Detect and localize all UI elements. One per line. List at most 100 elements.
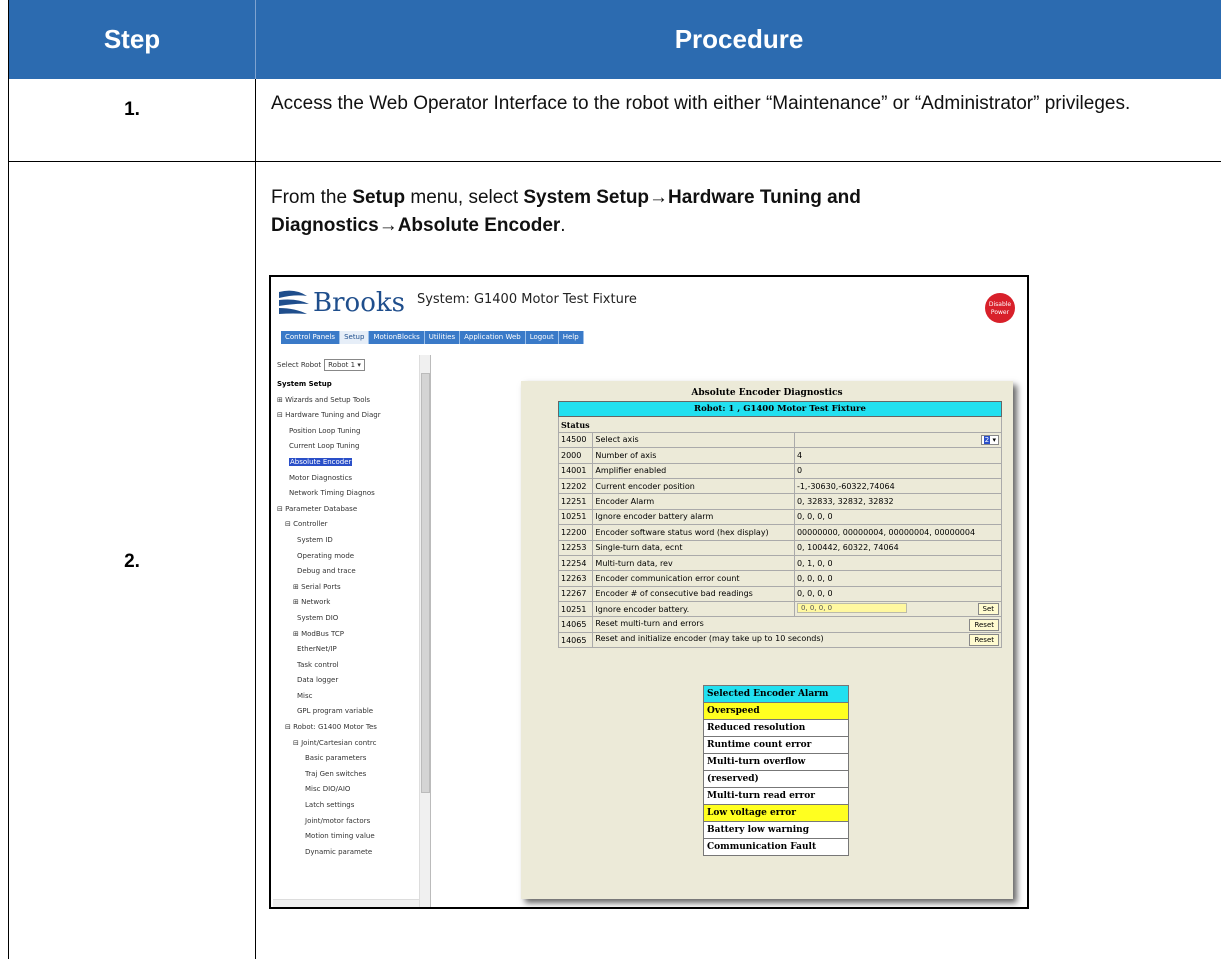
arrow: →: [378, 215, 398, 236]
alarm-table: Selected Encoder Alarm Overspeed Reduced r…: [703, 685, 849, 856]
robot-dropdown[interactable]: Robot 1 ▾: [324, 359, 365, 371]
sidebar-hscrollbar[interactable]: [273, 899, 419, 907]
table-header: Step Procedure: [9, 0, 1221, 79]
nav-item[interactable]: Logout: [526, 331, 559, 344]
tree-item[interactable]: Motor Diagnostics: [277, 471, 412, 487]
battery-input[interactable]: 0, 0, 0, 0: [796, 603, 907, 614]
tree-item-label: System DIO: [297, 613, 339, 622]
param-value: 0, 0, 0, 0: [793, 508, 1003, 526]
param-label: Encoder software status word (hex displa…: [592, 524, 795, 541]
alarm-title: Selected Encoder Alarm: [703, 685, 849, 703]
tree-item-label: System ID: [297, 535, 333, 544]
tree-item[interactable]: EtherNet/IP: [277, 642, 412, 658]
action-row: 14065 Reset and initialize encoder (may t…: [557, 631, 1002, 649]
tree-item[interactable]: ⊟ Controller: [277, 517, 412, 533]
brand-header: Brooks System: G1400 Motor Test Fixture: [277, 283, 637, 323]
tree-item[interactable]: Motion timing value: [277, 829, 412, 845]
param-value: 0, 32833, 32832, 32832: [793, 493, 1003, 510]
param-value: 0: [793, 462, 1003, 479]
param-id: 14001: [557, 462, 594, 479]
reset-button[interactable]: Reset: [969, 634, 999, 647]
tree-item[interactable]: Absolute Encoder: [277, 455, 412, 471]
scroll-thumb[interactable]: [421, 373, 430, 793]
param-id: 12253: [557, 539, 594, 556]
nav-item[interactable]: Application Web: [460, 331, 526, 344]
path-absolute-encoder: Absolute Encoder: [397, 215, 561, 236]
web-interface-screenshot: Brooks System: G1400 Motor Test Fixture …: [269, 275, 1029, 909]
nav-item[interactable]: Setup: [340, 331, 370, 344]
row-divider: [9, 161, 1221, 162]
nav-item[interactable]: Utilities: [425, 331, 461, 344]
param-value: 0, 0, 0, 0: [793, 570, 1003, 587]
param-label: Current encoder position: [592, 477, 795, 495]
alarm-item: Low voltage error: [703, 804, 849, 822]
tree-item[interactable]: System ID: [277, 533, 412, 549]
alarm-item: (reserved): [703, 770, 849, 788]
tree-item[interactable]: Misc DIO/AIO: [277, 782, 412, 798]
tree-item-label: ⊞ Network: [293, 598, 331, 607]
tree-item-label: Position Loop Tuning: [289, 426, 361, 435]
tree-item-label: Misc DIO/AIO: [305, 785, 351, 794]
tree-item[interactable]: ⊞ Wizards and Setup Tools: [277, 393, 412, 409]
tree-item[interactable]: ⊞ Serial Ports: [277, 580, 412, 596]
table-row: 14001 Amplifier enabled 0: [557, 462, 1003, 479]
tree-item[interactable]: Traj Gen switches: [277, 767, 412, 783]
param-label: Select axis: [592, 431, 795, 449]
alarm-row: Multi-turn read error: [703, 787, 849, 805]
tree-item[interactable]: Operating mode: [277, 549, 412, 565]
tree-item[interactable]: Joint/motor factors: [277, 814, 412, 830]
disable-power-button[interactable]: Disable Power: [985, 293, 1015, 323]
param-label: Ignore encoder battery.: [592, 601, 795, 618]
tree-item-label: Absolute Encoder: [289, 457, 353, 466]
tree-item[interactable]: ⊟ Joint/Cartesian contrc: [277, 736, 412, 752]
brand-name: Brooks: [313, 288, 405, 318]
tree-item[interactable]: GPL program variable: [277, 704, 412, 720]
param-value: 4: [793, 447, 1003, 464]
param-value: -1,-30630,-60322,74064: [793, 477, 1003, 495]
axis-select[interactable]: 2 ▾: [980, 434, 999, 445]
nav-item[interactable]: Help: [559, 331, 584, 344]
tree-item[interactable]: Current Loop Tuning: [277, 439, 412, 455]
tree-item-label: Misc: [297, 691, 313, 700]
alarm-item: Battery low warning: [703, 821, 849, 839]
header-procedure: Procedure: [255, 0, 1221, 79]
tree-item[interactable]: ⊞ Network: [277, 595, 412, 611]
sidebar-scrollbar[interactable]: [419, 355, 430, 907]
system-title: System: G1400 Motor Test Fixture: [416, 291, 637, 307]
tree-item-label: ⊟ Controller: [285, 520, 328, 529]
tree-item[interactable]: Task control: [277, 658, 412, 674]
tree-item[interactable]: Basic parameters: [277, 751, 412, 767]
arrow: →: [649, 187, 669, 208]
tree-item[interactable]: Data logger: [277, 673, 412, 689]
column-divider: [255, 79, 256, 959]
tree-item[interactable]: ⊞ ModBus TCP: [277, 627, 412, 643]
set-button[interactable]: Set: [977, 603, 999, 616]
tree-item[interactable]: ⊟ Hardware Tuning and Diagr: [277, 408, 412, 424]
tree-item[interactable]: Position Loop Tuning: [277, 424, 412, 440]
tree-item[interactable]: Debug and trace: [277, 564, 412, 580]
robot-row: Robot: 1 , G1400 Motor Test Fixture: [558, 400, 1002, 418]
alarm-item: Reduced resolution: [703, 719, 849, 737]
tree-item[interactable]: Misc: [277, 689, 412, 705]
action-row: 10251 Ignore encoder battery. 0, 0, 0, 0 Se…: [557, 601, 1003, 618]
setup-term: Setup: [352, 187, 406, 208]
alarm-item: Multi-turn overflow: [703, 753, 849, 771]
robot-dropdown-value: Robot 1: [328, 361, 356, 369]
path-system-setup: System Setup: [523, 187, 650, 208]
status-row: Status: [558, 416, 1002, 433]
tree-item[interactable]: Dynamic paramete: [277, 845, 412, 861]
tree-item[interactable]: ⊟ Robot: G1400 Motor Tes: [277, 720, 412, 736]
nav-item[interactable]: MotionBlocks: [369, 331, 425, 344]
reset-button[interactable]: Reset: [969, 618, 999, 631]
tree-item-label: ⊞ Wizards and Setup Tools: [277, 395, 371, 404]
tree-item[interactable]: ⊟ Parameter Database: [277, 502, 412, 518]
param-label: Encoder # of consecutive bad readings: [592, 585, 795, 603]
tree-item[interactable]: Latch settings: [277, 798, 412, 814]
tree-item[interactable]: System DIO: [277, 611, 412, 627]
main-nav: Control Panels Setup MotionBlocks Utilities…: [281, 331, 584, 344]
encoder-table: Robot: 1 , G1400 Motor Test Fixture Statu…: [557, 400, 1003, 649]
nav-item[interactable]: Control Panels: [281, 331, 341, 344]
action-label: Reset and initialize encoder (may take u…: [592, 631, 1002, 649]
tree-item[interactable]: Network Timing Diagnos: [277, 486, 412, 502]
step-2-number: 2.: [124, 551, 140, 572]
